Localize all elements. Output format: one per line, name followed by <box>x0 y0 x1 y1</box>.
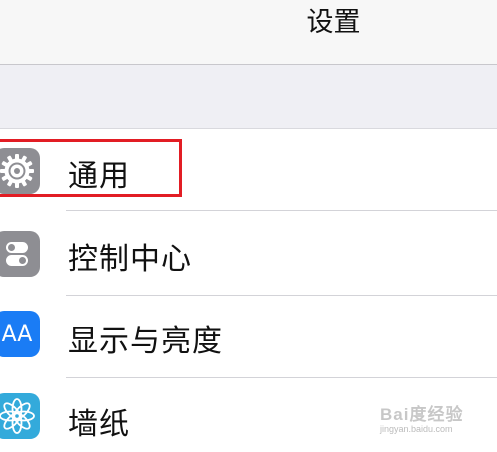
navigation-bar: 设置 <box>0 0 497 65</box>
watermark-url: jingyan.baidu.com <box>380 424 453 434</box>
settings-row-display-brightness[interactable]: AA 显示与亮度 <box>0 297 497 381</box>
highlight-box <box>0 139 182 197</box>
settings-row-label: 墙纸 <box>68 407 130 442</box>
settings-row-label: 控制中心 <box>68 242 192 277</box>
row-divider <box>66 295 497 296</box>
section-gap <box>0 65 497 129</box>
text-size-icon: AA <box>0 311 40 357</box>
watermark-logo: Bai度经验 jingyan.baidu.com <box>380 398 490 440</box>
text-size-icon-glyph: AA <box>1 321 33 347</box>
watermark-brand: Bai度经验 <box>380 405 464 424</box>
settings-row-label: 显示与亮度 <box>68 324 223 359</box>
settings-screen: 设置 通用 控制中心 AA 显示与亮度 墙纸 Bai度经验 jingyan.ba… <box>0 0 497 452</box>
toggle-switches-icon <box>0 231 40 277</box>
flower-icon <box>0 393 40 439</box>
settings-row-control-center[interactable]: 控制中心 <box>0 213 497 297</box>
row-divider <box>66 377 497 378</box>
page-title: 设置 <box>306 7 361 38</box>
row-divider <box>66 210 497 211</box>
